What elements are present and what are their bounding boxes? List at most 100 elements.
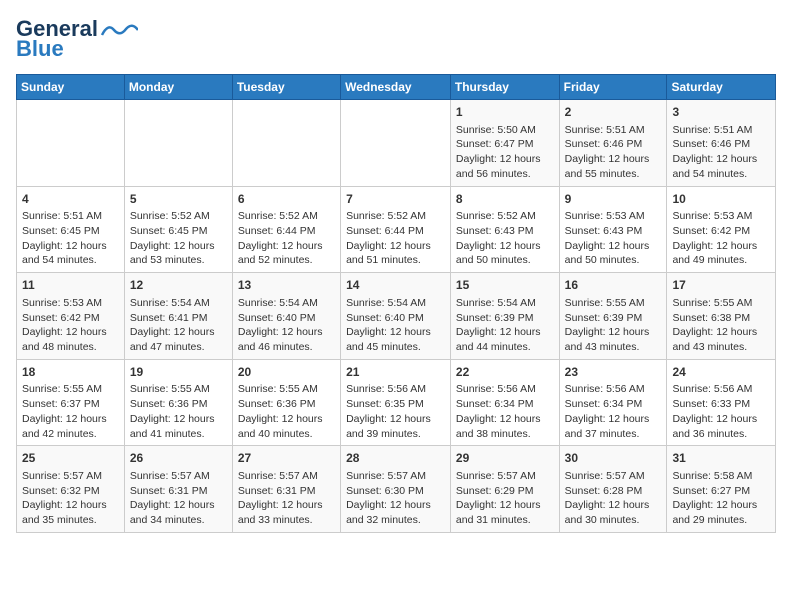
cell-content: Daylight: 12 hours (238, 325, 335, 340)
cell-content: Daylight: 12 hours (22, 498, 119, 513)
calendar-week-row: 1Sunrise: 5:50 AMSunset: 6:47 PMDaylight… (17, 100, 776, 187)
cell-content: Daylight: 12 hours (456, 152, 554, 167)
cell-content: Daylight: 12 hours (346, 325, 445, 340)
day-number: 30 (565, 450, 662, 467)
day-number: 3 (672, 104, 770, 121)
cell-content: Sunset: 6:35 PM (346, 397, 445, 412)
cell-content: and 49 minutes. (672, 253, 770, 268)
cell-content: and 41 minutes. (130, 427, 227, 442)
cell-content: Sunset: 6:28 PM (565, 484, 662, 499)
calendar-cell (17, 100, 125, 187)
cell-content: Sunset: 6:36 PM (238, 397, 335, 412)
cell-content: Sunset: 6:43 PM (565, 224, 662, 239)
cell-content: Daylight: 12 hours (565, 412, 662, 427)
calendar-cell: 16Sunrise: 5:55 AMSunset: 6:39 PMDayligh… (559, 273, 667, 360)
cell-content: Sunrise: 5:50 AM (456, 123, 554, 138)
calendar-cell: 10Sunrise: 5:53 AMSunset: 6:42 PMDayligh… (667, 186, 776, 273)
day-number: 26 (130, 450, 227, 467)
calendar-cell: 12Sunrise: 5:54 AMSunset: 6:41 PMDayligh… (124, 273, 232, 360)
calendar-cell: 31Sunrise: 5:58 AMSunset: 6:27 PMDayligh… (667, 446, 776, 533)
cell-content: Daylight: 12 hours (22, 412, 119, 427)
day-number: 18 (22, 364, 119, 381)
calendar-cell: 30Sunrise: 5:57 AMSunset: 6:28 PMDayligh… (559, 446, 667, 533)
cell-content: and 54 minutes. (22, 253, 119, 268)
header-tuesday: Tuesday (232, 75, 340, 100)
cell-content: Sunrise: 5:55 AM (130, 382, 227, 397)
day-number: 22 (456, 364, 554, 381)
logo-wave-icon (100, 21, 138, 39)
cell-content: Sunrise: 5:56 AM (672, 382, 770, 397)
calendar-cell: 18Sunrise: 5:55 AMSunset: 6:37 PMDayligh… (17, 359, 125, 446)
cell-content: and 36 minutes. (672, 427, 770, 442)
cell-content: and 38 minutes. (456, 427, 554, 442)
cell-content: Sunset: 6:32 PM (22, 484, 119, 499)
cell-content: Sunset: 6:33 PM (672, 397, 770, 412)
day-number: 9 (565, 191, 662, 208)
cell-content: Sunrise: 5:53 AM (565, 209, 662, 224)
cell-content: and 42 minutes. (22, 427, 119, 442)
day-number: 27 (238, 450, 335, 467)
day-number: 24 (672, 364, 770, 381)
cell-content: Sunrise: 5:57 AM (456, 469, 554, 484)
header-sunday: Sunday (17, 75, 125, 100)
cell-content: and 47 minutes. (130, 340, 227, 355)
cell-content: Daylight: 12 hours (672, 239, 770, 254)
calendar-cell: 9Sunrise: 5:53 AMSunset: 6:43 PMDaylight… (559, 186, 667, 273)
cell-content: and 33 minutes. (238, 513, 335, 528)
logo: General Blue (16, 16, 138, 62)
cell-content: and 46 minutes. (238, 340, 335, 355)
calendar-cell: 3Sunrise: 5:51 AMSunset: 6:46 PMDaylight… (667, 100, 776, 187)
day-number: 1 (456, 104, 554, 121)
cell-content: and 48 minutes. (22, 340, 119, 355)
cell-content: and 39 minutes. (346, 427, 445, 442)
cell-content: and 29 minutes. (672, 513, 770, 528)
cell-content: Daylight: 12 hours (238, 239, 335, 254)
calendar-cell: 14Sunrise: 5:54 AMSunset: 6:40 PMDayligh… (341, 273, 451, 360)
cell-content: Sunrise: 5:58 AM (672, 469, 770, 484)
day-number: 29 (456, 450, 554, 467)
header-wednesday: Wednesday (341, 75, 451, 100)
cell-content: Daylight: 12 hours (456, 239, 554, 254)
cell-content: Daylight: 12 hours (565, 152, 662, 167)
cell-content: Daylight: 12 hours (565, 498, 662, 513)
day-number: 8 (456, 191, 554, 208)
cell-content: Daylight: 12 hours (456, 498, 554, 513)
cell-content: Sunset: 6:31 PM (238, 484, 335, 499)
cell-content: Daylight: 12 hours (130, 412, 227, 427)
calendar-week-row: 11Sunrise: 5:53 AMSunset: 6:42 PMDayligh… (17, 273, 776, 360)
cell-content: and 50 minutes. (456, 253, 554, 268)
cell-content: Sunrise: 5:55 AM (22, 382, 119, 397)
cell-content: Daylight: 12 hours (22, 239, 119, 254)
calendar-cell: 4Sunrise: 5:51 AMSunset: 6:45 PMDaylight… (17, 186, 125, 273)
calendar-cell: 5Sunrise: 5:52 AMSunset: 6:45 PMDaylight… (124, 186, 232, 273)
cell-content: Daylight: 12 hours (346, 412, 445, 427)
calendar-cell (124, 100, 232, 187)
cell-content: Sunset: 6:37 PM (22, 397, 119, 412)
cell-content: Sunrise: 5:57 AM (130, 469, 227, 484)
day-number: 14 (346, 277, 445, 294)
cell-content: Daylight: 12 hours (130, 239, 227, 254)
day-number: 21 (346, 364, 445, 381)
cell-content: and 54 minutes. (672, 167, 770, 182)
calendar-cell: 22Sunrise: 5:56 AMSunset: 6:34 PMDayligh… (450, 359, 559, 446)
cell-content: Sunrise: 5:55 AM (238, 382, 335, 397)
cell-content: and 53 minutes. (130, 253, 227, 268)
cell-content: Daylight: 12 hours (346, 498, 445, 513)
cell-content: Sunrise: 5:54 AM (238, 296, 335, 311)
day-number: 2 (565, 104, 662, 121)
day-number: 6 (238, 191, 335, 208)
cell-content: Sunrise: 5:51 AM (22, 209, 119, 224)
cell-content: and 56 minutes. (456, 167, 554, 182)
cell-content: Daylight: 12 hours (130, 325, 227, 340)
day-number: 10 (672, 191, 770, 208)
cell-content: Sunset: 6:30 PM (346, 484, 445, 499)
cell-content: Sunset: 6:44 PM (238, 224, 335, 239)
calendar-cell: 2Sunrise: 5:51 AMSunset: 6:46 PMDaylight… (559, 100, 667, 187)
calendar-table: SundayMondayTuesdayWednesdayThursdayFrid… (16, 74, 776, 533)
cell-content: Sunrise: 5:56 AM (346, 382, 445, 397)
calendar-cell: 23Sunrise: 5:56 AMSunset: 6:34 PMDayligh… (559, 359, 667, 446)
cell-content: and 43 minutes. (565, 340, 662, 355)
cell-content: and 52 minutes. (238, 253, 335, 268)
calendar-cell: 20Sunrise: 5:55 AMSunset: 6:36 PMDayligh… (232, 359, 340, 446)
cell-content: and 35 minutes. (22, 513, 119, 528)
